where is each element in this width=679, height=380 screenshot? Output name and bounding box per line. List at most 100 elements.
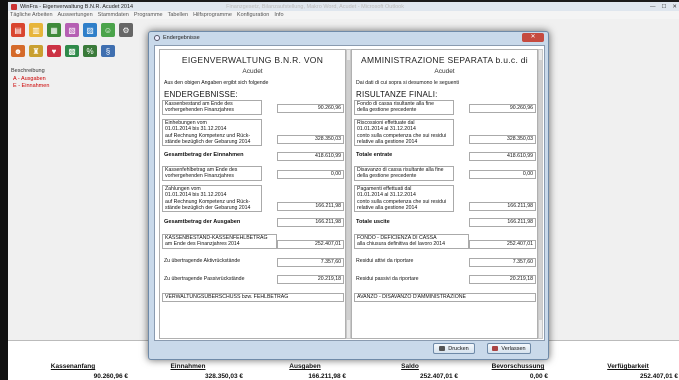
- footer-value-einnahmen: 328.350,03 €: [205, 373, 243, 380]
- right-row-value: 20.219,18: [469, 275, 536, 284]
- footer-label-verfuegbarkeit: Verfügbarkeit: [607, 363, 649, 370]
- footer-label-einnahmen: Einnahmen: [170, 363, 206, 370]
- printer-icon: [439, 346, 446, 351]
- right-row-value: 418.610,99: [469, 152, 536, 161]
- footer-label-bevorschussung: Bevorschussung: [491, 363, 545, 370]
- print-button[interactable]: Drucken: [433, 343, 475, 354]
- left-row-text: VERWALTUNGSÜBERSCHUSS bzw. FEHLBETRAG: [162, 293, 344, 302]
- right-pane-title: AMMINISTRAZIONE SEPARATA b.u.c. di: [360, 55, 528, 65]
- background-window-title: Finanzgesetz, Bilanzaufstellung, Makro W…: [226, 3, 404, 10]
- right-heading: RISULTANZE FINALI:: [356, 90, 438, 99]
- left-row-value: 166.211,98: [277, 202, 344, 211]
- bag-icon[interactable]: ♜: [29, 45, 43, 57]
- left-row-value: 328.350,03: [277, 135, 344, 144]
- scrollbar-thumb[interactable]: [539, 60, 542, 320]
- right-row-text: AVANZO - DISAVANZO D'AMMINISTRAZIONE: [354, 293, 536, 302]
- tree-header: Beschreibung: [11, 68, 45, 74]
- report-icon[interactable]: ▦: [47, 23, 61, 37]
- list-icon[interactable]: ▧: [65, 23, 79, 37]
- dialog-content: EIGENVERWALTUNG B.N.R. VON Acudet Aus de…: [154, 45, 545, 341]
- exit-icon: [492, 346, 499, 351]
- right-row-value: 166.211,98: [469, 218, 536, 227]
- right-row-value: 7.357,60: [469, 258, 536, 267]
- endergebnisse-dialog: Endergebnisse ✕ EIGENVERWALTUNG B.N.R. V…: [148, 31, 549, 360]
- tree-item-einnahmen[interactable]: E - Einnahmen: [11, 83, 49, 90]
- dialog-title-bar: Endergebnisse: [149, 32, 548, 43]
- footer-label-ausgaben: Ausgaben: [289, 363, 321, 370]
- tree-item-ausgaben[interactable]: A - Ausgaben: [11, 76, 49, 83]
- maximize-icon[interactable]: ☐: [661, 4, 666, 10]
- left-row-text: Zu übertragende Passivrückstände: [162, 276, 262, 285]
- print-button-label: Drucken: [448, 345, 469, 352]
- footer-value-saldo: 252.407,01 €: [420, 373, 458, 380]
- exit-button[interactable]: Verlassen: [487, 343, 531, 354]
- right-row-text: Residui passivi da riportare: [354, 276, 454, 285]
- menu-konfiguration[interactable]: Konfiguration: [237, 12, 269, 18]
- left-row-value: 166.211,98: [277, 218, 344, 227]
- menu-stammdaten[interactable]: Stammdaten: [98, 12, 129, 18]
- right-row-text: Totale entrate: [354, 152, 454, 161]
- footer-label-kassenanfang: Kassenanfang: [50, 363, 96, 370]
- left-row-value: 418.610,99: [277, 152, 344, 161]
- percent-icon[interactable]: %: [83, 45, 97, 57]
- right-pane-subtitle: Acudet: [434, 68, 455, 75]
- left-intro: Aus den obigen Angaben ergibt sich folge…: [162, 80, 344, 89]
- left-row-text: Zu übertragende Aktivrückstände: [162, 258, 262, 267]
- heart-icon[interactable]: ♥: [47, 45, 61, 57]
- left-row-value: 7.357,60: [277, 258, 344, 267]
- menu-hilfsprogramme[interactable]: Hilfsprogramme: [193, 12, 232, 18]
- category-tree: Beschreibung A - Ausgaben E - Einnahmen: [11, 68, 49, 90]
- left-row-text: Gesamtbetrag der Einnahmen: [162, 152, 262, 161]
- left-row-text: KASSENBESTAND-KASSENFEHLBETRAG am Ende d…: [162, 234, 277, 249]
- left-row-text: Zahlungen vom 01.01.2014 bis 31.12.2014 …: [162, 185, 262, 212]
- right-row-text: Residui attivi da riportare: [354, 258, 454, 267]
- title-bar: WinFra - Eigenverwaltung B.N.R. Acudet 2…: [8, 2, 679, 11]
- left-row-value: 20.219,18: [277, 275, 344, 284]
- right-row-text: Fondo di cassa risultante alla fine dell…: [354, 100, 454, 115]
- window-title: WinFra - Eigenverwaltung B.N.R. Acudet 2…: [20, 3, 134, 10]
- dialog-title: Endergebnisse: [163, 34, 200, 41]
- footer-value-ausgaben: 166.211,98 €: [308, 373, 346, 380]
- left-row-text: Gesamtbetrag der Ausgaben: [162, 219, 262, 228]
- right-row-text: Riscossioni effettuate dal 01.01.2014 al…: [354, 119, 454, 146]
- footer-value-verfuegbarkeit: 252.407,01 €: [640, 373, 678, 380]
- left-row-text: Einhebungen vom 01.01.2014 bis 31.12.201…: [162, 119, 262, 146]
- footer-value-bevorschussung: 0,00 €: [529, 373, 548, 380]
- footer-value-kassenanfang: 90.260,96 €: [93, 373, 128, 380]
- right-row-text: Pagamenti effettuati dal 01.01.2014 al 3…: [354, 185, 454, 212]
- minimize-icon[interactable]: —: [650, 4, 656, 10]
- right-row-text: FONDO - DEFICIENZA DI CASSA alla chiusur…: [354, 234, 469, 249]
- settings-icon[interactable]: ⚙: [119, 23, 133, 37]
- folder-icon[interactable]: ▥: [29, 23, 43, 37]
- right-row-value: 252.407,01: [469, 240, 536, 249]
- calculator-icon[interactable]: ▩: [65, 45, 79, 57]
- left-row-text: Kassenfehlbetrag am Ende des vorhergehen…: [162, 166, 262, 181]
- right-row-value: 328.350,03: [469, 135, 536, 144]
- menu-info[interactable]: Info: [274, 12, 283, 18]
- dialog-close-button[interactable]: ✕: [522, 33, 544, 42]
- right-row-text: Totale uscite: [354, 219, 454, 228]
- user-icon[interactable]: ☺: [101, 23, 115, 37]
- right-row-value: 90.260,96: [469, 104, 536, 113]
- menu-tabellen[interactable]: Tabellen: [168, 12, 189, 18]
- right-pane-scrollbar[interactable]: [538, 49, 543, 339]
- menu-programme[interactable]: Programme: [134, 12, 163, 18]
- dialog-app-icon: [154, 34, 160, 41]
- right-row-value: 0,00: [469, 170, 536, 179]
- close-window-icon[interactable]: ✕: [672, 4, 677, 10]
- right-row-text: Disavanzo di cassa risultante alla fine …: [354, 166, 454, 181]
- left-heading: ENDERGEBNISSE:: [164, 90, 238, 99]
- footer-label-saldo: Saldo: [401, 363, 419, 370]
- left-row-value: 0,00: [277, 170, 344, 179]
- paragraph-icon[interactable]: §: [101, 45, 115, 57]
- report-pane-german: EIGENVERWALTUNG B.N.R. VON Acudet Aus de…: [159, 49, 346, 339]
- people-icon[interactable]: ☻: [11, 45, 25, 57]
- export-icon[interactable]: ▨: [83, 23, 97, 37]
- menu-taegliche-arbeiten[interactable]: Tägliche Arbeiten: [10, 12, 53, 18]
- left-pane-subtitle: Acudet: [242, 68, 263, 75]
- right-intro: Dai dati di cui sopra si desumono le seg…: [354, 80, 536, 89]
- document-icon[interactable]: ▤: [11, 23, 25, 37]
- exit-button-label: Verlassen: [501, 345, 526, 352]
- scrollbar-thumb[interactable]: [347, 60, 350, 320]
- menu-auswertungen[interactable]: Auswertungen: [58, 12, 93, 18]
